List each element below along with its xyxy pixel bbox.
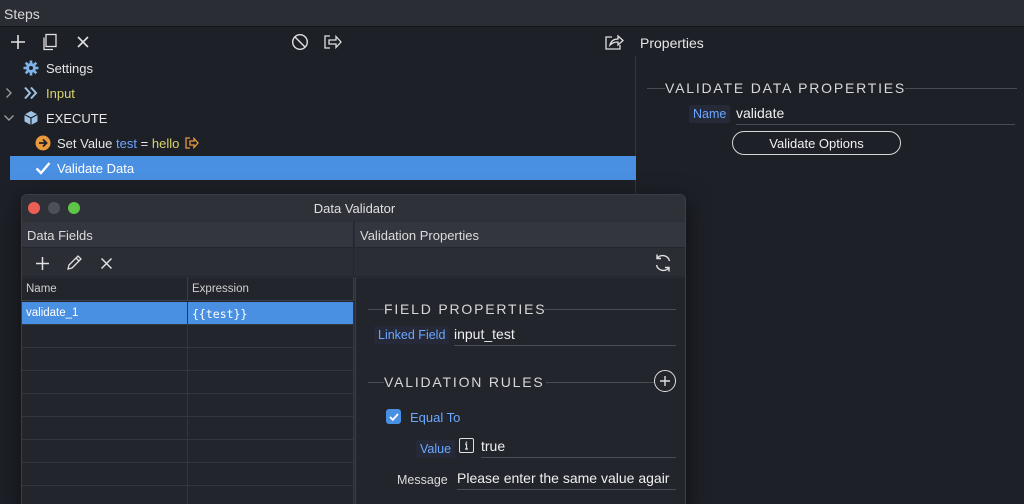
- data-fields-header: Data Fields: [22, 222, 354, 248]
- table-row[interactable]: [22, 325, 354, 348]
- arrow-right-box-icon: [324, 34, 342, 50]
- disable-step-button[interactable]: [289, 31, 311, 53]
- table-row[interactable]: [22, 486, 354, 504]
- validation-properties-panel: FIELD PROPERTIES Linked Field input_test…: [355, 278, 685, 504]
- equal-to-label: Equal To: [410, 410, 461, 425]
- validation-rules-title: VALIDATION RULES: [384, 374, 545, 390]
- step-execute[interactable]: EXECUTE: [0, 106, 636, 130]
- field-expression-cell[interactable]: {{test}}: [188, 302, 354, 325]
- step-settings[interactable]: Settings: [0, 56, 636, 80]
- section-title: VALIDATE DATA PROPERTIES: [665, 80, 907, 96]
- fields-toolbar: [22, 249, 354, 277]
- add-field-button[interactable]: [31, 252, 53, 274]
- close-icon: [100, 257, 112, 269]
- info-toggle-button[interactable]: [459, 438, 474, 453]
- message-label: Message: [397, 473, 448, 487]
- export-step-button[interactable]: [322, 31, 344, 53]
- grid-header-name[interactable]: Name: [22, 278, 188, 301]
- delete-field-button[interactable]: [95, 252, 117, 274]
- step-label: EXECUTE: [46, 110, 108, 126]
- add-step-button[interactable]: [7, 31, 29, 53]
- validate-options-button[interactable]: Validate Options: [732, 131, 901, 155]
- step-variable: test: [116, 135, 138, 151]
- table-row[interactable]: [22, 348, 354, 371]
- grid-header-expression[interactable]: Expression: [188, 278, 354, 301]
- table-row[interactable]: [22, 371, 354, 394]
- step-validate-data[interactable]: Validate Data: [10, 156, 636, 180]
- checkmark-icon: [34, 159, 52, 177]
- chevron-right-icon[interactable]: [3, 87, 15, 99]
- step-input[interactable]: Input: [0, 81, 636, 105]
- disable-icon: [291, 33, 309, 51]
- steps-toolbar: Properties: [0, 28, 1024, 56]
- gear-icon: [22, 59, 40, 77]
- arrow-circle-icon: [34, 134, 52, 152]
- info-icon: [465, 441, 468, 450]
- value-label: Value: [416, 440, 456, 458]
- chevron-down-icon[interactable]: [3, 112, 15, 124]
- double-chevron-icon: [22, 84, 40, 102]
- dialog-title: Data Validator: [313, 201, 396, 216]
- fields-grid: Name Expression validate_1 {{test}}: [22, 278, 354, 504]
- edit-field-button[interactable]: [63, 252, 85, 274]
- step-value: hello: [151, 135, 180, 151]
- delete-step-button[interactable]: [72, 31, 94, 53]
- cube-icon: [22, 109, 40, 127]
- table-row[interactable]: [22, 463, 354, 486]
- step-label: Settings: [46, 60, 93, 76]
- data-validator-dialog: Data Validator Data Fields Validation Pr…: [21, 194, 686, 504]
- validation-properties-header: Validation Properties: [355, 222, 685, 248]
- table-row[interactable]: [22, 417, 354, 440]
- steps-titlebar: Steps: [0, 0, 1024, 27]
- table-row[interactable]: validate_1 {{test}}: [22, 302, 354, 325]
- refresh-icon: [655, 254, 671, 272]
- plus-icon: [660, 376, 670, 386]
- table-row[interactable]: [22, 440, 354, 463]
- pencil-icon: [67, 255, 82, 270]
- equal-to-checkbox[interactable]: [386, 409, 401, 424]
- name-label: Name: [689, 105, 731, 123]
- step-set-value-label: Set Value test = hello: [57, 136, 199, 151]
- step-label: Validate Data: [57, 160, 135, 176]
- properties-title: Properties: [640, 35, 704, 51]
- message-input[interactable]: Please enter the same value agair: [457, 470, 676, 490]
- linked-field-input[interactable]: input_test: [454, 326, 676, 346]
- table-row[interactable]: [22, 394, 354, 417]
- checkmark-icon: [388, 412, 399, 421]
- copy-icon: [43, 33, 57, 51]
- step-label: Set Value: [57, 135, 113, 151]
- field-name-cell[interactable]: validate_1: [22, 302, 188, 325]
- field-properties-title: FIELD PROPERTIES: [384, 301, 547, 317]
- share-icon: [605, 34, 624, 50]
- duplicate-step-button[interactable]: [39, 31, 61, 53]
- add-rule-button[interactable]: [654, 370, 676, 392]
- dialog-titlebar: Data Validator: [22, 195, 685, 221]
- step-set-value[interactable]: Set Value test = hello: [0, 131, 636, 155]
- linked-field-label: Linked Field: [374, 326, 450, 344]
- steps-title: Steps: [4, 6, 40, 22]
- output-icon: [185, 136, 199, 149]
- step-label: Input: [46, 85, 75, 101]
- share-properties-button[interactable]: [603, 31, 625, 53]
- name-input[interactable]: validate: [736, 105, 1015, 125]
- step-equals: =: [140, 135, 149, 151]
- properties-panel: VALIDATE DATA PROPERTIES Name validate V…: [637, 56, 1024, 504]
- value-input[interactable]: true: [481, 438, 676, 458]
- plus-icon: [11, 35, 25, 49]
- refresh-button[interactable]: [652, 252, 674, 274]
- plus-icon: [35, 256, 49, 270]
- properties-toolbar: [355, 249, 685, 277]
- close-icon: [77, 36, 89, 48]
